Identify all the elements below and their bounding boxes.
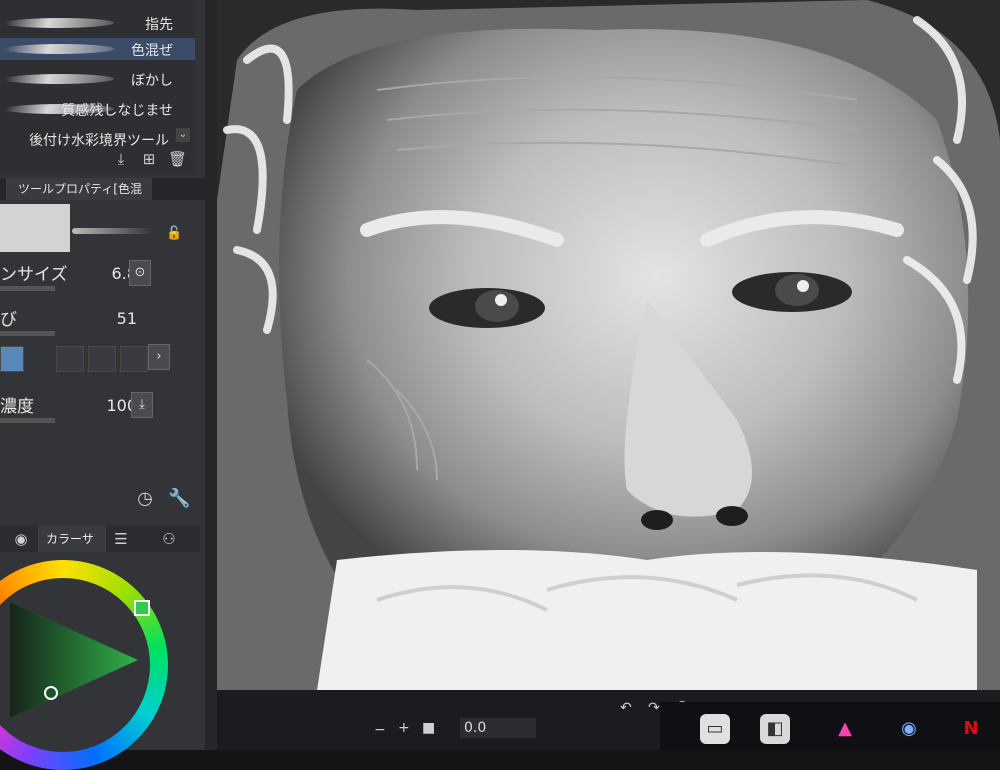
netflix-icon[interactable]: N (956, 714, 986, 744)
palette-icon[interactable]: ⚇ (160, 530, 178, 548)
brush-item-blur[interactable]: ぼかし (0, 68, 195, 90)
blend-row: び 51 (0, 305, 195, 345)
density-slider[interactable] (0, 418, 55, 423)
tab-color[interactable]: カラーサ (38, 526, 106, 552)
trash-icon[interactable]: 🗑 (168, 150, 187, 168)
hue-handle[interactable] (134, 600, 150, 616)
rotate-right-icon[interactable]: ↷ (648, 700, 660, 716)
taskbar-app-icon[interactable]: ▲ (830, 714, 860, 744)
blend-label: び (0, 310, 17, 330)
density-row: 濃度 100 ⤓ (0, 392, 195, 432)
brush-item-label: 後付け水彩境界ツール (29, 133, 169, 149)
brush-preview (0, 204, 70, 252)
brush-stroke-preview (2, 44, 116, 54)
swatch-row (0, 346, 148, 372)
brush-item-color-mix[interactable]: 色混ぜ (0, 38, 195, 60)
swatch[interactable] (88, 346, 116, 372)
brush-list: 指先 色混ぜ ぼかし 質感残しなじませ 後付け水彩境界ツール ⌄ ⤓ ⊞ 🗑 (0, 0, 195, 175)
brush-item-label: 質感残しなじませ (61, 103, 173, 119)
portrait-artwork (217, 0, 1000, 690)
taskbar-eye-icon[interactable]: ◉ (894, 714, 924, 744)
brush-stroke-preview (2, 74, 116, 84)
chevron-right-icon[interactable]: › (148, 344, 170, 370)
brush-size-row: ンサイズ 6.8 ⊙ (0, 260, 195, 300)
brush-item-label: 指先 (145, 17, 173, 33)
zoom-in-icon[interactable]: + (398, 720, 410, 736)
panel-divider[interactable] (205, 0, 217, 750)
density-label: 濃度 (0, 397, 34, 417)
zoom-out-icon[interactable]: − (374, 722, 386, 738)
brush-size-label: ンサイズ (0, 265, 68, 285)
brush-item-label: ぼかし (131, 73, 173, 89)
swatch[interactable] (0, 346, 24, 372)
record-icon[interactable]: ◉ (12, 530, 30, 548)
stop-icon[interactable]: ■ (422, 720, 435, 736)
brush-item-finger[interactable]: 指先 (0, 12, 195, 34)
rotate-left-icon[interactable]: ↶ (620, 700, 632, 716)
wrench-icon[interactable]: 🔧 (168, 490, 190, 508)
brush-item-texture-blend[interactable]: 質感残しなじませ (0, 98, 195, 120)
download-icon[interactable]: ⤓ (131, 392, 153, 418)
brush-item-watercolor-edge[interactable]: 後付け水彩境界ツール (0, 128, 195, 150)
duplicate-brush-icon[interactable]: ⊞ (140, 150, 158, 168)
lock-icon[interactable]: 🔓 (166, 226, 182, 241)
brush-item-label: 色混ぜ (131, 43, 173, 59)
zoom-input[interactable]: 0.0 (460, 718, 536, 738)
os-taskbar: ▭ ◧ ▲ ◉ N (660, 702, 1000, 750)
taskbar-app-icon[interactable]: ◧ (760, 714, 790, 744)
add-brush-icon[interactable]: ⤓ (112, 150, 130, 168)
timer-icon[interactable]: ◷ (136, 490, 154, 508)
chevron-down-icon[interactable]: ⌄ (176, 128, 190, 142)
swatch[interactable] (56, 346, 84, 372)
swatch[interactable] (120, 346, 148, 372)
brush-preview-stroke (72, 228, 152, 234)
brush-stroke-preview (2, 18, 116, 28)
slider-icon[interactable]: ☰ (112, 530, 130, 548)
color-panel-tabs: ◉ カラーサ ☰ ⚇ (0, 526, 200, 552)
drawing-canvas[interactable] (217, 0, 1000, 690)
pressure-settings-button[interactable]: ⊙ (129, 260, 151, 286)
blend-slider[interactable] (0, 331, 55, 336)
taskbar-app-icon[interactable]: ▭ (700, 714, 730, 744)
tool-property-tabbar: ツールプロパティ[色混ぜ] (0, 178, 212, 218)
brush-size-slider[interactable] (0, 286, 55, 291)
tab-tool-property[interactable]: ツールプロパティ[色混ぜ] (6, 178, 152, 218)
color-picker-handle[interactable] (44, 686, 58, 700)
blend-value[interactable]: 51 (117, 309, 137, 328)
